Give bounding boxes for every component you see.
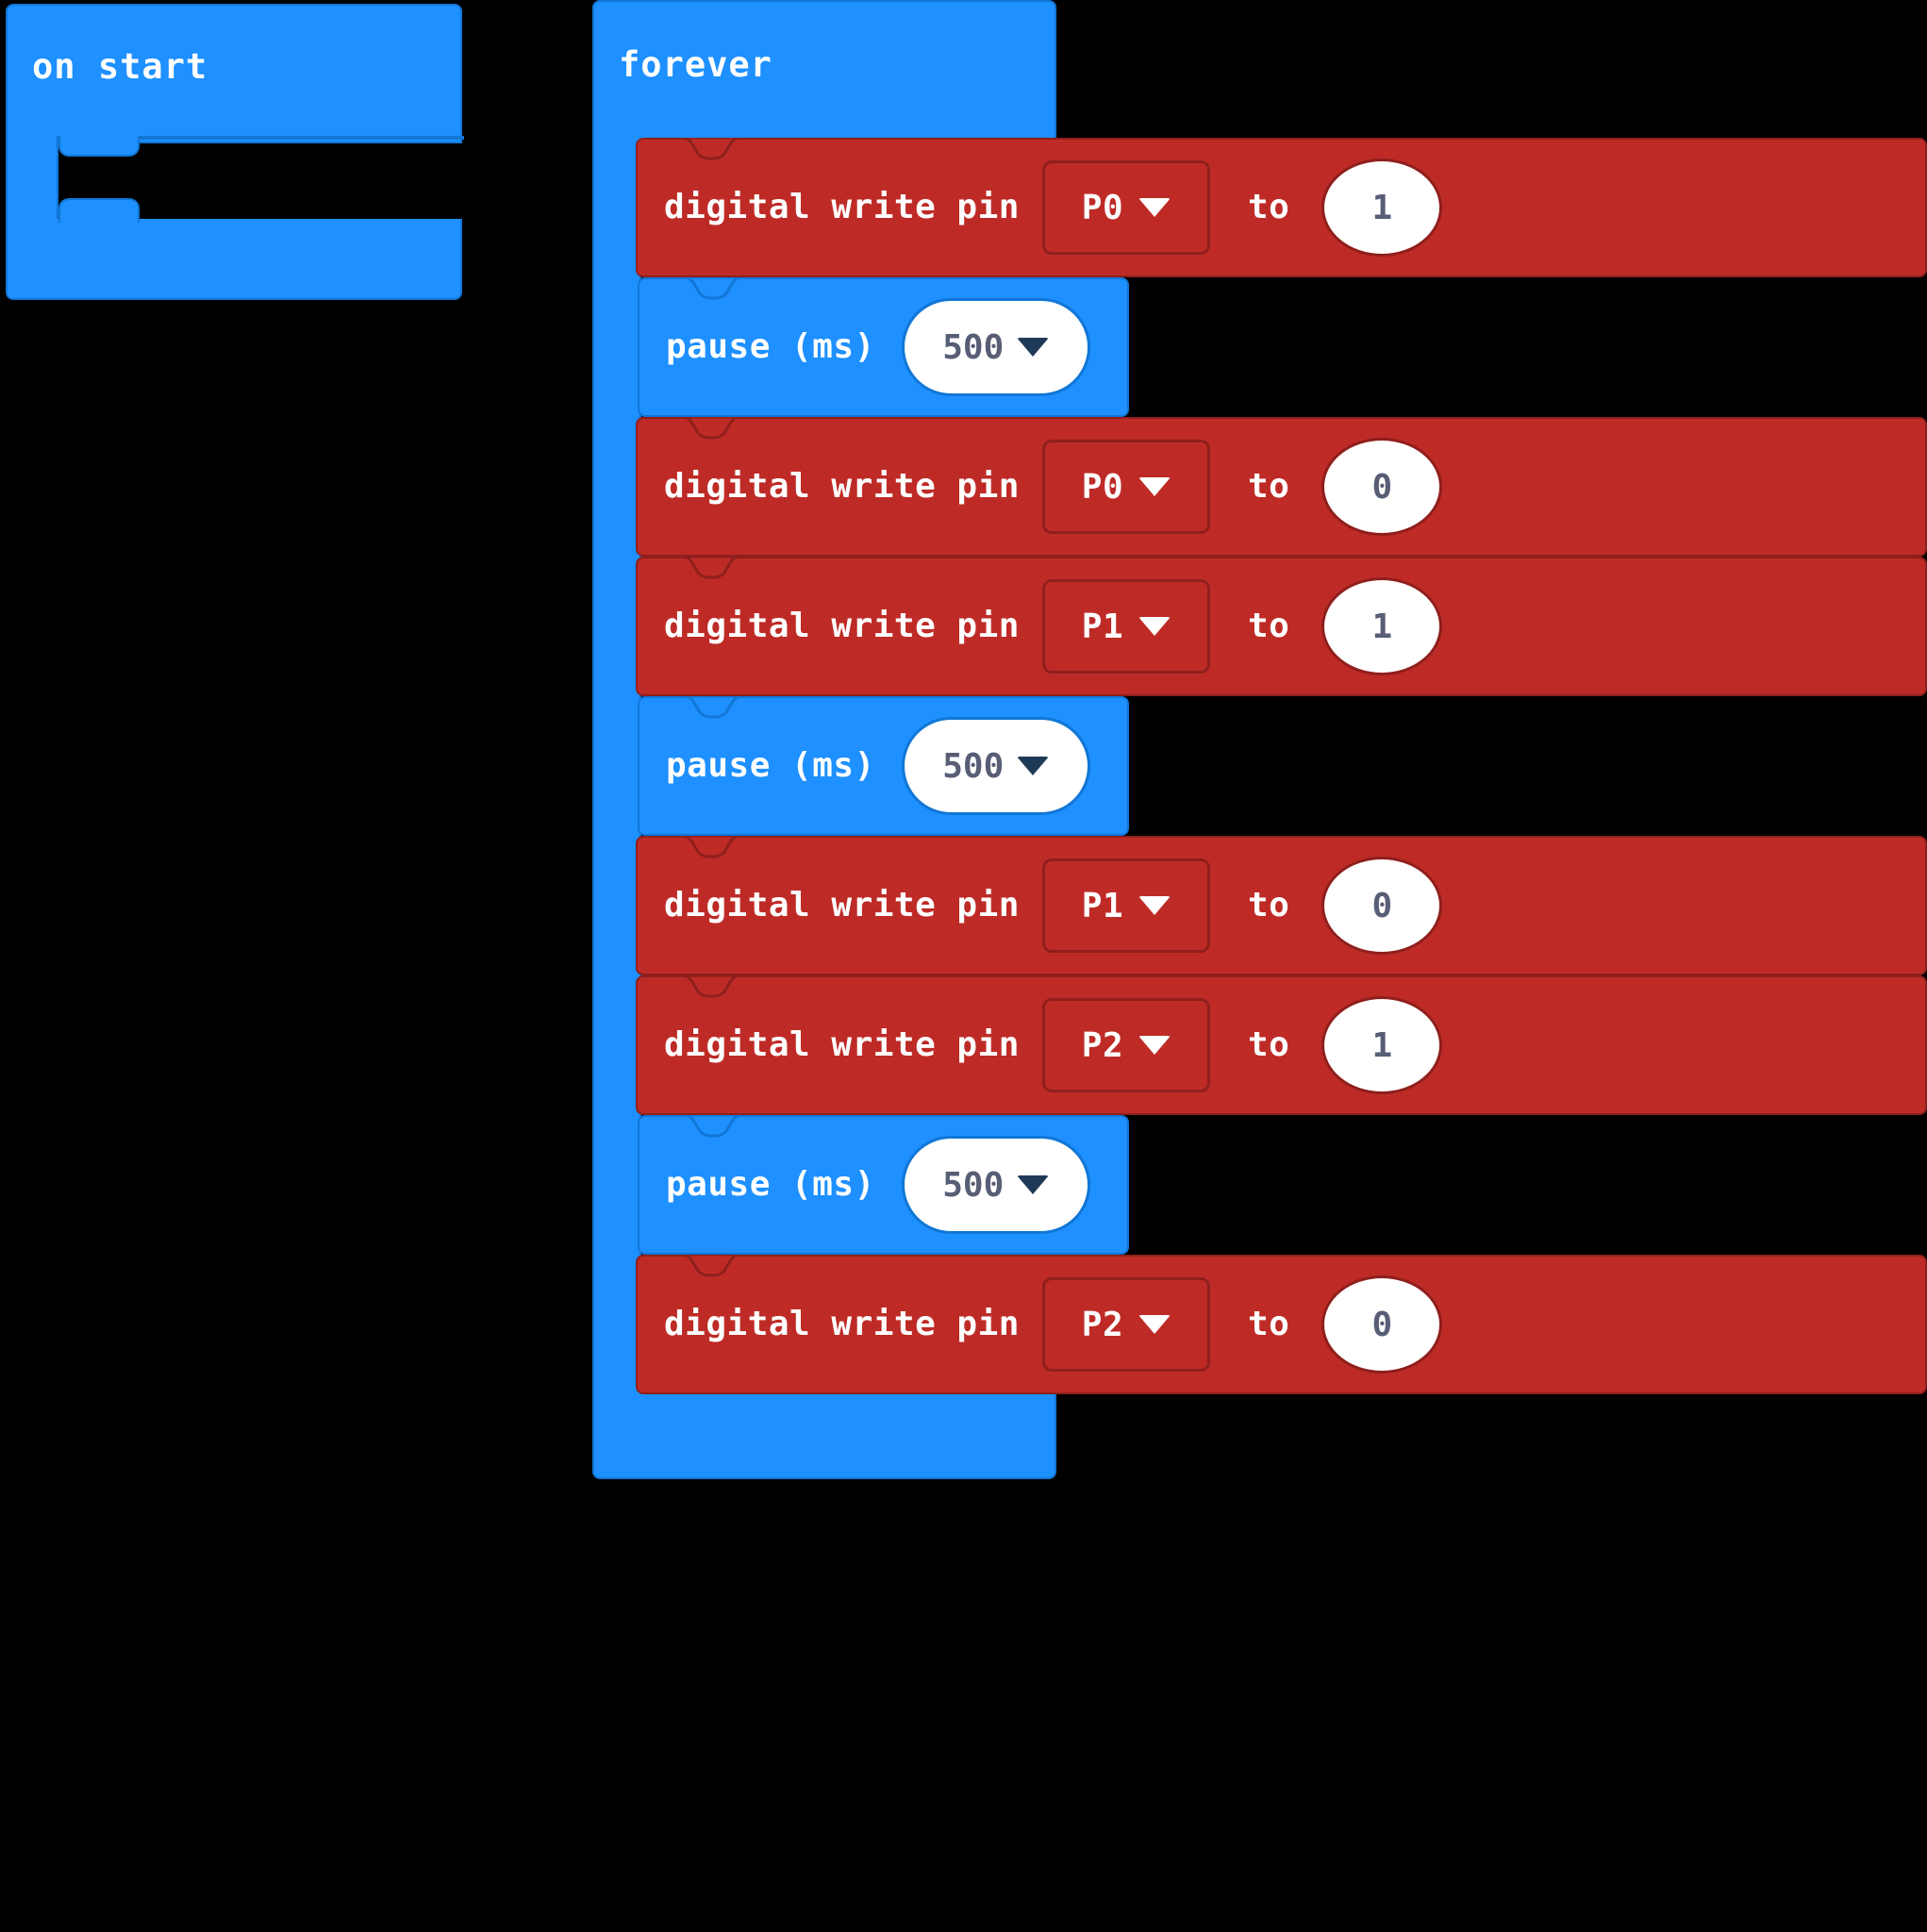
- chevron-down-icon[interactable]: [1017, 757, 1050, 775]
- digital-write-pin-label: digital write pin: [664, 188, 1020, 226]
- pause-label: pause (ms): [666, 1165, 875, 1204]
- pause-duration-field[interactable]: 500: [901, 298, 1090, 396]
- forever-label: forever: [619, 44, 772, 85]
- pin-dropdown[interactable]: P0: [1041, 160, 1210, 255]
- digital-value-text: 1: [1371, 607, 1393, 646]
- pin-dropdown[interactable]: P0: [1041, 440, 1210, 534]
- block-notch-icon: [666, 975, 756, 998]
- digital-value-field[interactable]: 1: [1321, 577, 1443, 675]
- digital-value-text: 1: [1371, 188, 1393, 227]
- on-start-footer[interactable]: [6, 219, 462, 300]
- pause-duration-value: 500: [942, 1165, 1005, 1205]
- digital-write-pin-label: digital write pin: [664, 886, 1020, 924]
- digital-write-pin-label: digital write pin: [664, 1305, 1020, 1343]
- pause-block[interactable]: pause (ms) 500: [638, 696, 1129, 836]
- pin-dropdown-value: P2: [1081, 1025, 1124, 1065]
- to-label: to: [1247, 607, 1290, 645]
- pause-label: pause (ms): [666, 327, 875, 366]
- digital-value-field[interactable]: 0: [1321, 857, 1443, 955]
- digital-value-field[interactable]: 1: [1321, 996, 1443, 1094]
- on-start-block[interactable]: on start: [6, 4, 464, 300]
- digital-write-pin-block[interactable]: digital write pin P0 to 1: [636, 138, 1927, 277]
- digital-value-text: 0: [1371, 886, 1393, 925]
- block-notch-icon: [666, 417, 756, 440]
- digital-value-field[interactable]: 0: [1321, 438, 1443, 536]
- to-label: to: [1247, 886, 1290, 924]
- to-label: to: [1247, 1305, 1290, 1343]
- block-notch-icon: [666, 1255, 756, 1277]
- pause-duration-field[interactable]: 500: [901, 1136, 1090, 1234]
- digital-value-field[interactable]: 1: [1321, 158, 1443, 257]
- pin-dropdown[interactable]: P1: [1041, 579, 1210, 674]
- on-start-label: on start: [32, 46, 208, 87]
- pause-block[interactable]: pause (ms) 500: [638, 1115, 1129, 1255]
- chevron-down-icon[interactable]: [1017, 1175, 1050, 1194]
- on-start-inner-notch-bottom: [58, 198, 140, 223]
- pin-dropdown-value: P0: [1081, 188, 1124, 227]
- chevron-down-icon[interactable]: [1138, 1036, 1171, 1055]
- digital-value-text: 1: [1371, 1025, 1393, 1065]
- block-notch-icon: [668, 277, 758, 300]
- block-notch-icon: [668, 696, 758, 719]
- pause-label: pause (ms): [666, 746, 875, 785]
- digital-write-pin-block[interactable]: digital write pin P1 to 1: [636, 557, 1927, 696]
- digital-write-pin-label: digital write pin: [664, 1025, 1020, 1064]
- chevron-down-icon[interactable]: [1138, 477, 1171, 496]
- chevron-down-icon[interactable]: [1138, 1315, 1171, 1334]
- blocks-workspace[interactable]: on start forever digital write pin P0 to 1 p…: [0, 0, 1927, 1932]
- digital-write-pin-label: digital write pin: [664, 607, 1020, 645]
- pin-dropdown[interactable]: P2: [1041, 998, 1210, 1092]
- pause-duration-value: 500: [942, 746, 1005, 786]
- pause-duration-value: 500: [942, 327, 1005, 367]
- to-label: to: [1247, 1025, 1290, 1064]
- pin-dropdown[interactable]: P2: [1041, 1277, 1210, 1372]
- pin-dropdown-value: P0: [1081, 467, 1124, 507]
- pin-dropdown-value: P1: [1081, 607, 1124, 646]
- forever-left-spine: [592, 140, 641, 1366]
- chevron-down-icon[interactable]: [1138, 198, 1171, 217]
- to-label: to: [1247, 188, 1290, 226]
- block-notch-icon: [668, 1115, 758, 1138]
- pause-block[interactable]: pause (ms) 500: [638, 277, 1129, 417]
- on-start-left-spine: [6, 136, 58, 230]
- digital-write-pin-block[interactable]: digital write pin P1 to 0: [636, 836, 1927, 975]
- digital-write-pin-block[interactable]: digital write pin P2 to 1: [636, 975, 1927, 1115]
- on-start-inner-notch-top: [58, 136, 140, 157]
- digital-write-pin-block[interactable]: digital write pin P2 to 0: [636, 1255, 1927, 1394]
- digital-value-field[interactable]: 0: [1321, 1275, 1443, 1374]
- chevron-down-icon[interactable]: [1138, 617, 1171, 636]
- digital-write-pin-label: digital write pin: [664, 467, 1020, 506]
- chevron-down-icon[interactable]: [1138, 896, 1171, 915]
- digital-write-pin-block[interactable]: digital write pin P0 to 0: [636, 417, 1927, 557]
- digital-value-text: 0: [1371, 467, 1393, 507]
- pause-duration-field[interactable]: 500: [901, 717, 1090, 815]
- digital-value-text: 0: [1371, 1305, 1393, 1344]
- to-label: to: [1247, 467, 1290, 506]
- block-notch-icon: [666, 138, 756, 160]
- pin-dropdown[interactable]: P1: [1041, 858, 1210, 953]
- pin-dropdown-value: P2: [1081, 1305, 1124, 1344]
- chevron-down-icon[interactable]: [1017, 338, 1050, 357]
- pin-dropdown-value: P1: [1081, 886, 1124, 925]
- block-notch-icon: [666, 557, 756, 579]
- block-notch-icon: [666, 836, 756, 858]
